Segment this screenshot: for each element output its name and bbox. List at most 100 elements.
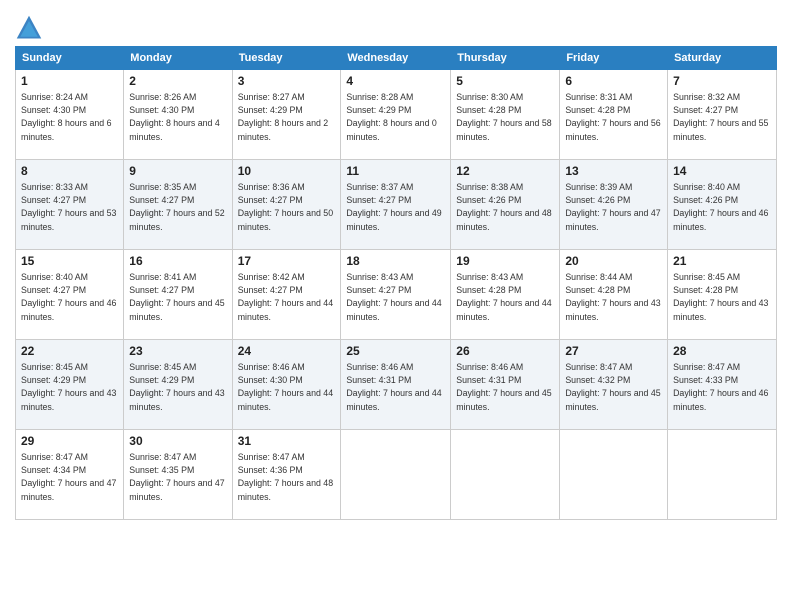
sunrise-info: Sunrise: 8:43 AM — [456, 272, 523, 282]
calendar-page: SundayMondayTuesdayWednesdayThursdayFrid… — [0, 0, 792, 612]
sunset-info: Sunset: 4:27 PM — [673, 105, 738, 115]
sunset-info: Sunset: 4:30 PM — [21, 105, 86, 115]
daylight-info: Daylight: 7 hours and 45 minutes. — [129, 298, 224, 321]
sunset-info: Sunset: 4:29 PM — [346, 105, 411, 115]
sunset-info: Sunset: 4:30 PM — [238, 375, 303, 385]
calendar-cell: 7Sunrise: 8:32 AMSunset: 4:27 PMDaylight… — [668, 70, 777, 160]
calendar-body: 1Sunrise: 8:24 AMSunset: 4:30 PMDaylight… — [16, 70, 777, 520]
sunrise-info: Sunrise: 8:30 AM — [456, 92, 523, 102]
sunset-info: Sunset: 4:28 PM — [456, 285, 521, 295]
daylight-info: Daylight: 7 hours and 43 minutes. — [673, 298, 768, 321]
day-number: 25 — [346, 343, 445, 360]
sunrise-info: Sunrise: 8:31 AM — [565, 92, 632, 102]
calendar-cell: 6Sunrise: 8:31 AMSunset: 4:28 PMDaylight… — [560, 70, 668, 160]
calendar-cell: 1Sunrise: 8:24 AMSunset: 4:30 PMDaylight… — [16, 70, 124, 160]
daylight-info: Daylight: 7 hours and 44 minutes. — [238, 388, 333, 411]
calendar-header: SundayMondayTuesdayWednesdayThursdayFrid… — [16, 47, 777, 70]
daylight-info: Daylight: 7 hours and 46 minutes. — [673, 388, 768, 411]
daylight-info: Daylight: 7 hours and 47 minutes. — [21, 478, 116, 501]
weekday-header-saturday: Saturday — [668, 47, 777, 70]
daylight-info: Daylight: 7 hours and 44 minutes. — [238, 298, 333, 321]
sunset-info: Sunset: 4:27 PM — [21, 195, 86, 205]
day-number: 22 — [21, 343, 118, 360]
day-number: 24 — [238, 343, 336, 360]
sunrise-info: Sunrise: 8:46 AM — [238, 362, 305, 372]
logo-icon — [15, 14, 43, 42]
sunset-info: Sunset: 4:27 PM — [129, 285, 194, 295]
calendar-cell: 26Sunrise: 8:46 AMSunset: 4:31 PMDayligh… — [451, 340, 560, 430]
day-number: 20 — [565, 253, 662, 270]
daylight-info: Daylight: 7 hours and 48 minutes. — [238, 478, 333, 501]
day-number: 11 — [346, 163, 445, 180]
calendar-cell: 25Sunrise: 8:46 AMSunset: 4:31 PMDayligh… — [341, 340, 451, 430]
calendar-cell — [451, 430, 560, 520]
sunset-info: Sunset: 4:26 PM — [673, 195, 738, 205]
sunset-info: Sunset: 4:28 PM — [565, 285, 630, 295]
sunset-info: Sunset: 4:29 PM — [129, 375, 194, 385]
day-number: 17 — [238, 253, 336, 270]
calendar-week-row: 1Sunrise: 8:24 AMSunset: 4:30 PMDaylight… — [16, 70, 777, 160]
calendar-week-row: 29Sunrise: 8:47 AMSunset: 4:34 PMDayligh… — [16, 430, 777, 520]
day-number: 10 — [238, 163, 336, 180]
sunrise-info: Sunrise: 8:40 AM — [21, 272, 88, 282]
calendar-cell: 28Sunrise: 8:47 AMSunset: 4:33 PMDayligh… — [668, 340, 777, 430]
header — [15, 10, 777, 42]
day-number: 4 — [346, 73, 445, 90]
weekday-header-thursday: Thursday — [451, 47, 560, 70]
calendar-cell: 12Sunrise: 8:38 AMSunset: 4:26 PMDayligh… — [451, 160, 560, 250]
sunset-info: Sunset: 4:31 PM — [456, 375, 521, 385]
sunset-info: Sunset: 4:28 PM — [673, 285, 738, 295]
daylight-info: Daylight: 8 hours and 0 minutes. — [346, 118, 436, 141]
sunset-info: Sunset: 4:27 PM — [21, 285, 86, 295]
calendar-cell: 15Sunrise: 8:40 AMSunset: 4:27 PMDayligh… — [16, 250, 124, 340]
sunrise-info: Sunrise: 8:38 AM — [456, 182, 523, 192]
sunrise-info: Sunrise: 8:44 AM — [565, 272, 632, 282]
day-number: 31 — [238, 433, 336, 450]
daylight-info: Daylight: 7 hours and 50 minutes. — [238, 208, 333, 231]
day-number: 15 — [21, 253, 118, 270]
calendar-cell: 20Sunrise: 8:44 AMSunset: 4:28 PMDayligh… — [560, 250, 668, 340]
daylight-info: Daylight: 8 hours and 6 minutes. — [21, 118, 111, 141]
day-number: 21 — [673, 253, 771, 270]
calendar-week-row: 15 Sunrise: 8:40 AM Sunset: 4:27 PM Dayligh… — [16, 250, 777, 340]
sunrise-info: Sunrise: 8:42 AM — [238, 272, 305, 282]
day-number: 9 — [129, 163, 226, 180]
calendar-cell: 22 Sunrise: 8:45 AM Sunset: 4:29 PM Dayligh… — [16, 340, 124, 430]
day-number: 7 — [673, 73, 771, 90]
sunrise-info: Sunrise: 8:46 AM — [456, 362, 523, 372]
daylight-info: Daylight: 7 hours and 47 minutes. — [565, 208, 660, 231]
sunset-info: Sunset: 4:30 PM — [129, 105, 194, 115]
calendar-cell — [668, 430, 777, 520]
daylight-info: Daylight: 7 hours and 58 minutes. — [456, 118, 551, 141]
calendar-cell: 24 Sunrise: 8:46 AM Sunset: 4:30 PM Dayligh… — [232, 340, 341, 430]
daylight-info: Daylight: 7 hours and 43 minutes. — [21, 388, 116, 411]
calendar-cell: 9Sunrise: 8:35 AMSunset: 4:27 PMDaylight… — [124, 160, 232, 250]
sunset-info: Sunset: 4:29 PM — [238, 105, 303, 115]
sunrise-info: Sunrise: 8:24 AM — [21, 92, 88, 102]
weekday-header-friday: Friday — [560, 47, 668, 70]
daylight-info: Daylight: 7 hours and 49 minutes. — [346, 208, 441, 231]
daylight-info: Daylight: 7 hours and 56 minutes. — [565, 118, 660, 141]
calendar-cell — [341, 430, 451, 520]
sunrise-info: Sunrise: 8:45 AM — [21, 362, 88, 372]
sunset-info: Sunset: 4:29 PM — [21, 375, 86, 385]
daylight-info: Daylight: 7 hours and 55 minutes. — [673, 118, 768, 141]
weekday-header-row: SundayMondayTuesdayWednesdayThursdayFrid… — [16, 47, 777, 70]
sunset-info: Sunset: 4:27 PM — [238, 285, 303, 295]
day-number: 23 — [129, 343, 226, 360]
sunrise-info: Sunrise: 8:47 AM — [238, 452, 305, 462]
calendar-cell: 23Sunrise: 8:45 AMSunset: 4:29 PMDayligh… — [124, 340, 232, 430]
day-number: 27 — [565, 343, 662, 360]
calendar-cell: 31Sunrise: 8:47 AMSunset: 4:36 PMDayligh… — [232, 430, 341, 520]
calendar-cell: 27Sunrise: 8:47 AMSunset: 4:32 PMDayligh… — [560, 340, 668, 430]
daylight-info: Daylight: 7 hours and 43 minutes. — [129, 388, 224, 411]
day-number: 2 — [129, 73, 226, 90]
sunset-info: Sunset: 4:26 PM — [456, 195, 521, 205]
calendar-cell: 8Sunrise: 8:33 AMSunset: 4:27 PMDaylight… — [16, 160, 124, 250]
sunset-info: Sunset: 4:31 PM — [346, 375, 411, 385]
calendar-week-row: 8Sunrise: 8:33 AMSunset: 4:27 PMDaylight… — [16, 160, 777, 250]
daylight-info: Daylight: 7 hours and 46 minutes. — [673, 208, 768, 231]
sunrise-info: Sunrise: 8:46 AM — [346, 362, 413, 372]
day-number: 28 — [673, 343, 771, 360]
sunrise-info: Sunrise: 8:28 AM — [346, 92, 413, 102]
